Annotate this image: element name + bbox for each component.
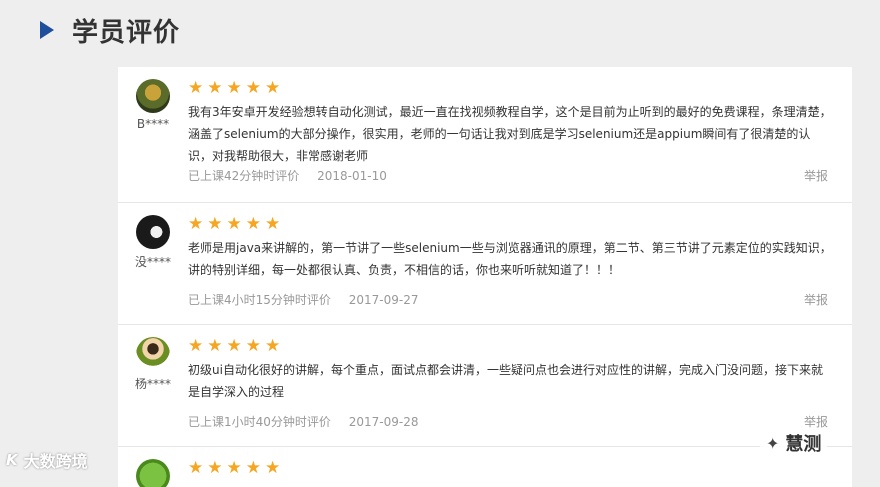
star-rating: ★ ★ ★ ★ ★: [188, 215, 832, 233]
avatar[interactable]: [136, 215, 170, 249]
star-icon: ★: [265, 213, 281, 234]
review-item: 杨**** ★ ★ ★ ★ ★ 初级ui自动化很好的讲解，每个重点，面试点都会讲…: [118, 325, 852, 447]
triangle-icon: [40, 21, 54, 39]
username[interactable]: 杨****: [118, 375, 188, 392]
review-item: ★ ★ ★ ★ ★: [118, 447, 852, 487]
star-icon: ★: [207, 457, 223, 478]
star-icon: ★: [226, 457, 242, 478]
watermark-right-text: 慧测: [785, 434, 822, 455]
star-icon: ★: [245, 77, 261, 98]
review-text: 初级ui自动化很好的讲解，每个重点，面试点都会讲清，一些疑问点也会进行对应性的讲…: [188, 363, 823, 399]
username[interactable]: 没****: [118, 253, 188, 270]
study-time: 已上课42分钟时评价: [188, 169, 300, 183]
review-date: 2017-09-28: [348, 415, 419, 429]
star-rating: ★ ★ ★ ★ ★: [188, 459, 832, 477]
avatar[interactable]: [136, 79, 170, 113]
reviews-card: B**** ★ ★ ★ ★ ★ 我有3年安卓开发经验想转自动化测试，最近一直在找…: [118, 67, 852, 487]
section-title: 学员评价: [72, 17, 181, 48]
avatar[interactable]: [136, 459, 170, 487]
star-icon: ★: [207, 335, 223, 356]
star-icon: ★: [188, 213, 204, 234]
review-text: 我有3年安卓开发经验想转自动化测试，最近一直在找视频教程自学，这个是目前为止听到…: [188, 105, 832, 163]
star-icon: ★: [265, 457, 281, 478]
star-icon: ★: [226, 77, 242, 98]
star-icon: ★: [245, 335, 261, 356]
review-text: 老师是用java来讲解的，第一节讲了一些selenium一些与浏览器通讯的原理，…: [188, 241, 832, 277]
review-meta: 已上课42分钟时评价 2018-01-10: [188, 167, 401, 184]
wechat-icon: ✦: [766, 433, 780, 453]
study-time: 已上课1小时40分钟时评价: [188, 415, 331, 429]
review-meta: 已上课4小时15分钟时评价 2017-09-27: [188, 291, 432, 308]
review-item: 没**** ★ ★ ★ ★ ★ 老师是用java来讲解的，第一节讲了一些sele…: [118, 203, 852, 325]
star-icon: ★: [265, 77, 281, 98]
report-link[interactable]: 举报: [804, 167, 828, 184]
username[interactable]: B****: [118, 117, 188, 131]
brand-logo-icon: K: [6, 451, 18, 469]
review-date: 2018-01-10: [317, 169, 387, 183]
star-rating: ★ ★ ★ ★ ★: [188, 337, 832, 355]
star-icon: ★: [188, 457, 204, 478]
review-date: 2017-09-27: [348, 293, 419, 307]
watermark-left: K 大数跨境: [6, 448, 88, 472]
star-icon: ★: [207, 213, 223, 234]
star-icon: ★: [188, 335, 204, 356]
section-heading: 学员评价: [40, 12, 180, 48]
star-icon: ★: [188, 77, 204, 98]
star-icon: ★: [207, 77, 223, 98]
report-link[interactable]: 举报: [804, 291, 828, 308]
star-icon: ★: [265, 335, 281, 356]
star-icon: ★: [226, 335, 242, 356]
star-icon: ★: [226, 213, 242, 234]
star-icon: ★: [245, 457, 261, 478]
review-meta: 已上课1小时40分钟时评价 2017-09-28: [188, 413, 432, 430]
watermark-left-text: 大数跨境: [23, 452, 88, 471]
star-rating: ★ ★ ★ ★ ★: [188, 79, 832, 97]
study-time: 已上课4小时15分钟时评价: [188, 293, 331, 307]
star-icon: ★: [245, 213, 261, 234]
watermark-right: ✦ 慧测: [760, 428, 828, 458]
review-item: B**** ★ ★ ★ ★ ★ 我有3年安卓开发经验想转自动化测试，最近一直在找…: [118, 67, 852, 203]
avatar[interactable]: [136, 337, 170, 371]
